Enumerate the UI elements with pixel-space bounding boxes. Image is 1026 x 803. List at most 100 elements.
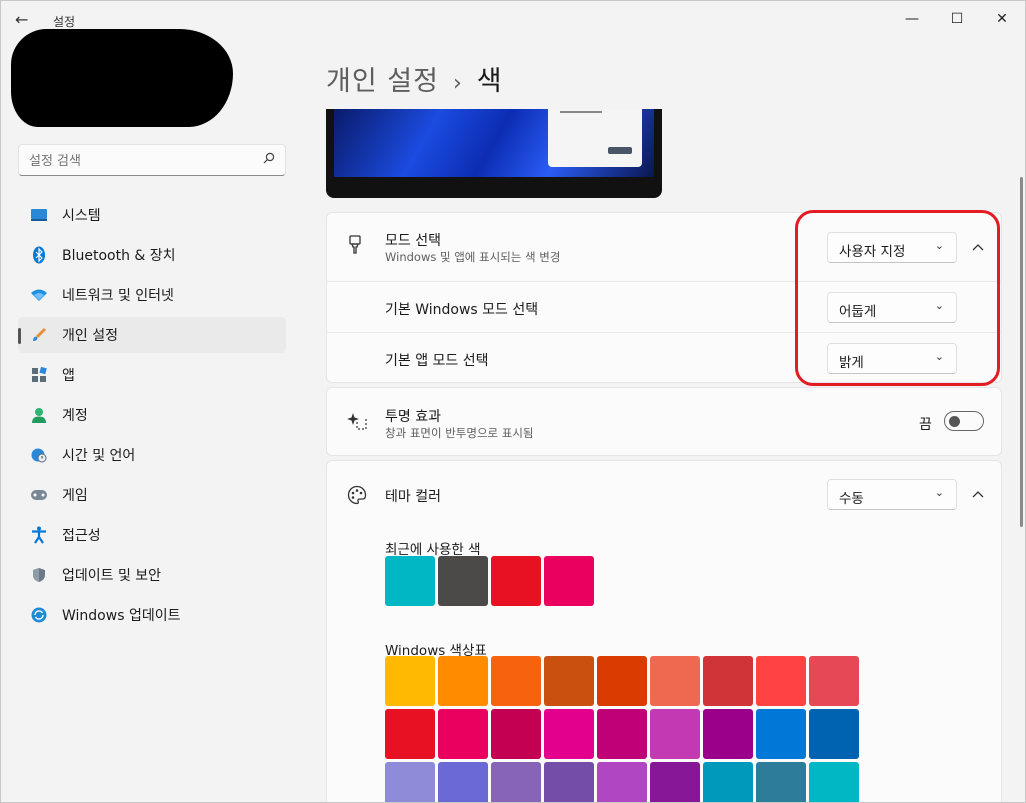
theme-color-title: 테마 컬러 xyxy=(385,489,441,505)
sidebar-item-system[interactable]: 시스템 xyxy=(18,197,286,233)
sidebar-item-gaming[interactable]: 게임 xyxy=(18,477,286,513)
settings-window: ← 설정 — ☐ ✕ 시스템 Bluetooth & 장치 xyxy=(0,0,1026,803)
toggle-knob xyxy=(949,416,960,427)
color-swatch[interactable] xyxy=(544,709,594,759)
windows-mode-label: 기본 Windows 모드 선택 xyxy=(385,302,539,318)
color-swatch[interactable] xyxy=(491,709,541,759)
breadcrumb: 개인 설정 › 색 xyxy=(326,59,503,98)
sidebar-item-accounts[interactable]: 계정 xyxy=(18,397,286,433)
sidebar-item-label: 시스템 xyxy=(62,208,101,224)
brush-icon xyxy=(347,235,363,259)
sidebar-item-update-security[interactable]: 업데이트 및 보안 xyxy=(18,557,286,593)
color-swatch[interactable] xyxy=(756,709,806,759)
paint-brush-icon xyxy=(30,326,48,344)
color-swatch[interactable] xyxy=(756,762,806,802)
color-swatch[interactable] xyxy=(650,762,700,802)
sidebar-item-network[interactable]: 네트워크 및 인터넷 xyxy=(18,277,286,313)
page-title: 색 xyxy=(476,66,503,97)
sparkle-icon xyxy=(347,412,367,434)
scrollbar[interactable] xyxy=(1020,177,1023,527)
color-swatch[interactable] xyxy=(438,656,488,706)
breadcrumb-parent[interactable]: 개인 설정 xyxy=(326,66,439,97)
sidebar-item-time-language[interactable]: 시간 및 언어 xyxy=(18,437,286,473)
theme-color-dropdown[interactable]: 수동 ⌄ xyxy=(827,479,957,510)
color-swatch[interactable] xyxy=(756,656,806,706)
back-arrow-icon[interactable]: ← xyxy=(15,11,37,29)
sidebar-item-label: 시간 및 언어 xyxy=(62,448,136,464)
app-mode-label: 기본 앱 모드 선택 xyxy=(385,353,489,369)
sidebar-item-label: 게임 xyxy=(62,488,88,504)
sidebar-item-accessibility[interactable]: 접근성 xyxy=(18,517,286,553)
search-icon[interactable] xyxy=(263,152,275,167)
theme-color-row[interactable]: 테마 컬러 수동 ⌄ xyxy=(327,461,1001,528)
color-swatch[interactable] xyxy=(544,656,594,706)
color-swatch[interactable] xyxy=(809,656,859,706)
sidebar-item-label: Bluetooth & 장치 xyxy=(62,248,176,264)
redacted-profile xyxy=(11,29,233,127)
minimize-button[interactable]: — xyxy=(889,5,935,33)
color-swatch[interactable] xyxy=(491,556,541,606)
preview-button xyxy=(608,147,632,154)
color-swatch[interactable] xyxy=(597,656,647,706)
sidebar-item-personalization[interactable]: 개인 설정 xyxy=(18,317,286,353)
color-swatch[interactable] xyxy=(809,762,859,802)
color-swatch[interactable] xyxy=(597,709,647,759)
palette-icon xyxy=(347,485,367,509)
sidebar-nav: 시스템 Bluetooth & 장치 네트워크 및 인터넷 개인 설정 앱 계정… xyxy=(18,197,286,637)
color-swatch[interactable] xyxy=(491,656,541,706)
toggle-state-label: 끔 xyxy=(919,417,932,433)
sidebar-item-label: 개인 설정 xyxy=(62,328,118,344)
theme-color-value: 수동 xyxy=(839,491,864,507)
sidebar-item-windows-update[interactable]: Windows 업데이트 xyxy=(18,597,286,633)
color-swatch[interactable] xyxy=(703,709,753,759)
update-icon xyxy=(30,606,48,624)
bluetooth-icon xyxy=(30,246,48,264)
mode-title: 모드 선택 xyxy=(385,233,441,249)
wifi-icon xyxy=(30,286,48,304)
transparency-toggle[interactable] xyxy=(944,411,984,431)
search-input[interactable] xyxy=(29,151,249,171)
collapse-chevron-icon[interactable] xyxy=(966,482,990,506)
monitor-icon xyxy=(30,206,48,224)
sidebar-item-label: 업데이트 및 보안 xyxy=(62,568,162,584)
color-swatch[interactable] xyxy=(809,709,859,759)
color-swatch[interactable] xyxy=(385,556,435,606)
accessibility-icon xyxy=(30,526,48,544)
theme-preview xyxy=(326,109,662,198)
transparency-title: 투명 효과 xyxy=(385,409,441,425)
color-swatch[interactable] xyxy=(491,762,541,802)
color-swatch[interactable] xyxy=(544,762,594,802)
sidebar-item-label: Windows 업데이트 xyxy=(62,608,181,624)
color-swatch[interactable] xyxy=(544,556,594,606)
gamepad-icon xyxy=(30,486,48,504)
apps-icon xyxy=(30,366,48,384)
color-swatch[interactable] xyxy=(650,709,700,759)
color-swatch[interactable] xyxy=(703,656,753,706)
sidebar-item-label: 앱 xyxy=(62,368,75,384)
recent-colors-label: 최근에 사용한 색 xyxy=(385,542,481,558)
sidebar-item-label: 네트워크 및 인터넷 xyxy=(62,288,174,304)
sidebar-item-bluetooth[interactable]: Bluetooth & 장치 xyxy=(18,237,286,273)
person-icon xyxy=(30,406,48,424)
search-box[interactable] xyxy=(18,144,286,176)
highlight-annotation xyxy=(795,210,1000,386)
transparency-card: 투명 효과 창과 표면이 반투명으로 표시됨 끔 xyxy=(326,387,1002,456)
color-swatch[interactable] xyxy=(385,709,435,759)
color-swatch[interactable] xyxy=(650,656,700,706)
sidebar-item-label: 접근성 xyxy=(62,528,101,544)
color-swatch[interactable] xyxy=(703,762,753,802)
close-button[interactable]: ✕ xyxy=(979,5,1025,33)
palette-grid xyxy=(385,656,859,802)
color-swatch[interactable] xyxy=(385,762,435,802)
sidebar-item-label: 계정 xyxy=(62,408,88,424)
color-swatch[interactable] xyxy=(385,656,435,706)
color-swatch[interactable] xyxy=(438,762,488,802)
color-swatch[interactable] xyxy=(438,709,488,759)
maximize-button[interactable]: ☐ xyxy=(934,5,980,33)
color-swatch[interactable] xyxy=(438,556,488,606)
sidebar-item-apps[interactable]: 앱 xyxy=(18,357,286,393)
transparency-row[interactable]: 투명 효과 창과 표면이 반투명으로 표시됨 끔 xyxy=(327,388,1001,455)
chevron-down-icon: ⌄ xyxy=(934,486,944,499)
globe-clock-icon xyxy=(30,446,48,464)
color-swatch[interactable] xyxy=(597,762,647,802)
